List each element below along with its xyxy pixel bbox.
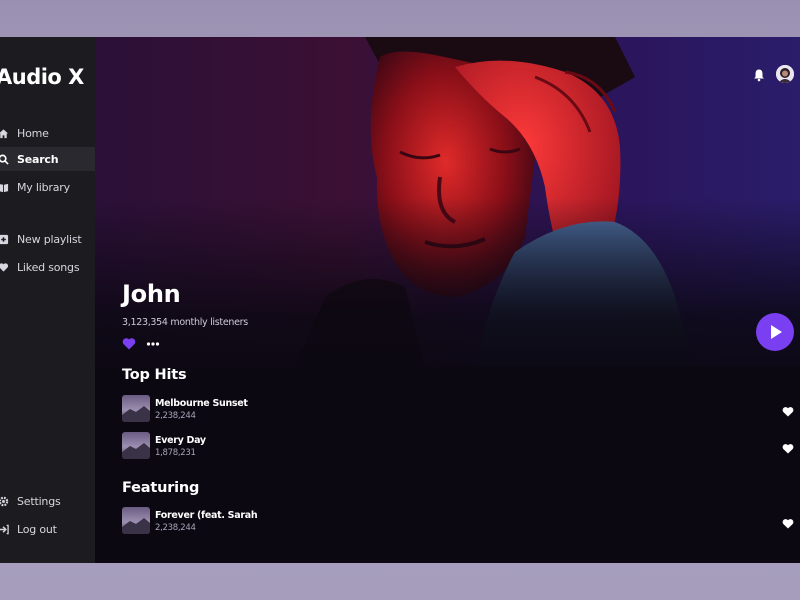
artist-page: John 3,123,354 monthly listeners Top Hit…	[95, 37, 800, 563]
sidebar-item-label: Home	[17, 126, 49, 140]
track-play-count: 2,238,244	[155, 411, 196, 421]
follow-heart-button[interactable]	[122, 335, 136, 350]
heart-icon[interactable]	[782, 514, 794, 529]
gear-icon	[0, 495, 9, 507]
track-play-count: 1,878,231	[155, 448, 196, 458]
track-row[interactable]: Every Day 1,878,231	[122, 432, 800, 460]
plus-square-icon	[0, 233, 9, 245]
sidebar: Audio X Home Search My library New playl…	[0, 37, 95, 563]
hero-gradient-overlay	[95, 197, 800, 397]
track-title: Forever (feat. Sarah	[155, 510, 258, 521]
avatar[interactable]	[776, 65, 794, 83]
track-title: Melbourne Sunset	[155, 398, 248, 409]
heart-icon	[0, 261, 9, 273]
sidebar-item-label: Log out	[17, 522, 57, 536]
library-icon	[0, 181, 9, 193]
track-thumbnail	[122, 507, 150, 534]
sidebar-item-logout[interactable]: Log out	[0, 517, 95, 541]
play-icon	[771, 325, 782, 339]
track-play-count: 2,238,244	[155, 523, 196, 533]
sidebar-item-home[interactable]: Home	[0, 121, 95, 145]
sidebar-item-new-playlist[interactable]: New playlist	[0, 227, 95, 251]
track-title: Every Day	[155, 435, 206, 446]
top-bar	[752, 65, 794, 83]
heart-icon[interactable]	[782, 402, 794, 417]
play-button[interactable]	[756, 313, 794, 351]
sidebar-item-label: New playlist	[17, 232, 82, 246]
logout-icon	[0, 523, 9, 535]
sidebar-item-library[interactable]: My library	[0, 175, 95, 199]
sidebar-item-label: My library	[17, 180, 70, 194]
sidebar-item-label: Search	[17, 152, 59, 166]
sidebar-item-label: Liked songs	[17, 260, 80, 274]
search-icon	[0, 153, 9, 165]
home-icon	[0, 127, 9, 139]
app-window: Audio X Home Search My library New playl…	[0, 37, 800, 563]
sidebar-item-search[interactable]: Search	[0, 147, 95, 171]
sidebar-item-settings[interactable]: Settings	[0, 489, 95, 513]
artist-name: John	[122, 280, 181, 308]
track-thumbnail	[122, 432, 150, 459]
section-title-featuring: Featuring	[122, 480, 200, 496]
section-title-top-hits: Top Hits	[122, 367, 187, 383]
more-options-button[interactable]	[146, 335, 160, 347]
bell-icon[interactable]	[752, 67, 766, 82]
sidebar-item-label: Settings	[17, 494, 61, 508]
track-thumbnail	[122, 395, 150, 422]
app-logo: Audio X	[0, 65, 84, 89]
track-row[interactable]: Melbourne Sunset 2,238,244	[122, 395, 800, 423]
monthly-listeners: 3,123,354 monthly listeners	[122, 317, 248, 328]
track-row[interactable]: Forever (feat. Sarah 2,238,244	[122, 507, 800, 535]
sidebar-item-liked-songs[interactable]: Liked songs	[0, 255, 95, 279]
heart-icon[interactable]	[782, 439, 794, 454]
